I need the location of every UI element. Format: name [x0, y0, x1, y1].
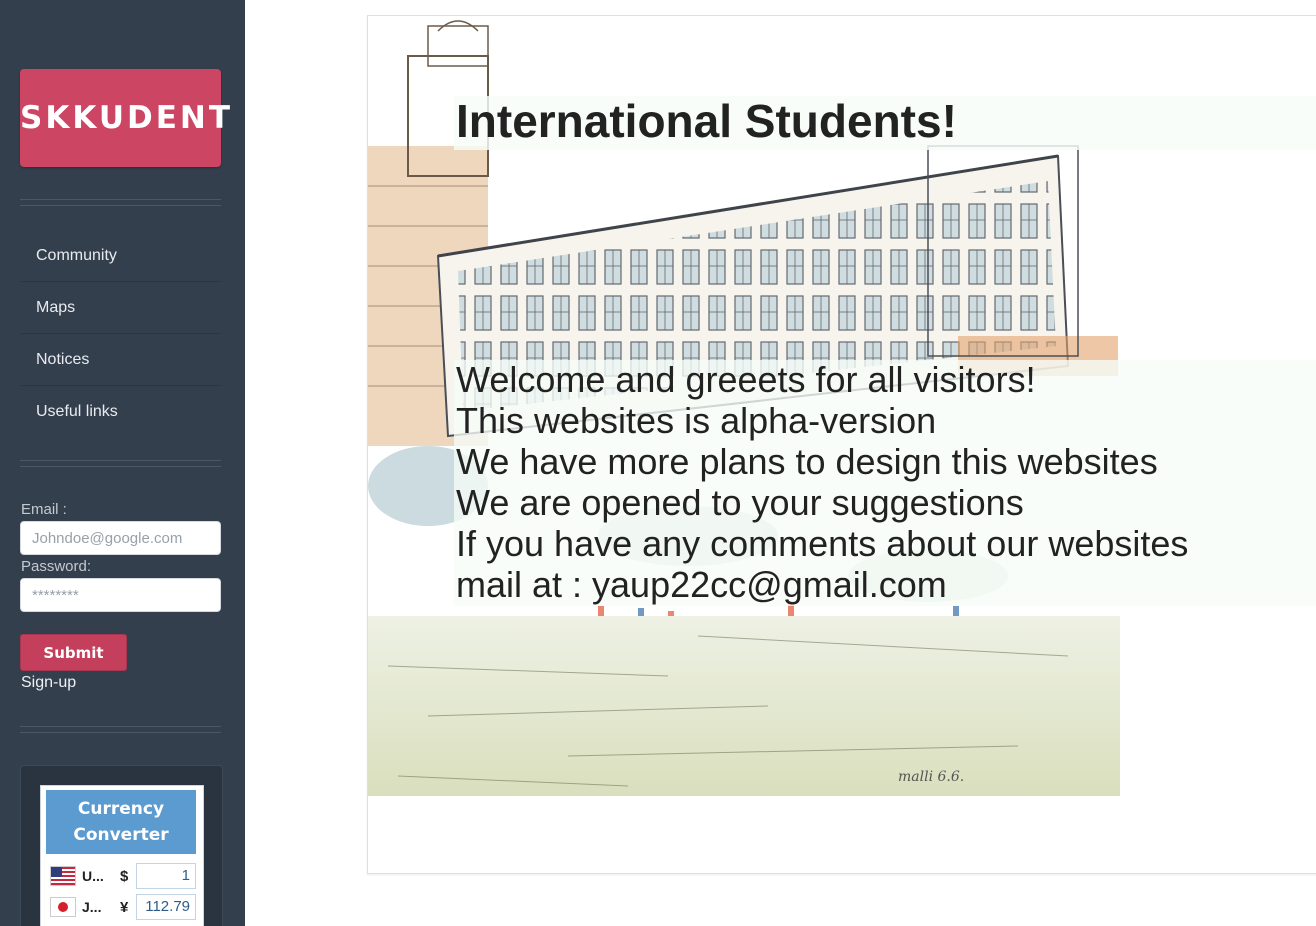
divider	[20, 460, 221, 467]
currency-symbol: ¥	[120, 899, 129, 916]
message-line: Welcome and greeets for all visitors!	[456, 359, 1036, 400]
currency-symbol: $	[120, 868, 129, 885]
nav-item-maps[interactable]: Maps	[20, 282, 221, 334]
sidebar-nav: Community Maps Notices Useful links	[20, 230, 221, 437]
currency-row: U... $ 1	[46, 862, 201, 890]
message-line: We are opened to your suggestions	[456, 482, 1024, 523]
divider	[20, 199, 221, 206]
site-logo[interactable]: SKKUDENT	[20, 69, 230, 167]
currency-row: J... ¥ 112.79	[46, 893, 201, 921]
sidebar: SKKUDENT Community Maps Notices Useful l…	[0, 0, 245, 926]
message-line: If you have any comments about our websi…	[456, 523, 1189, 564]
email-label: Email :	[21, 501, 67, 518]
message-line: This websites is alpha-version	[456, 400, 937, 441]
submit-button[interactable]: Submit	[20, 634, 127, 671]
nav-item-notices[interactable]: Notices	[20, 334, 221, 386]
jp-flag-icon	[50, 897, 76, 917]
svg-text:malli 6.6.: malli 6.6.	[898, 769, 964, 785]
currency-code: J...	[82, 899, 102, 915]
currency-converter-widget: Currency Converter U... $ 1 J... ¥ 112.7…	[40, 785, 204, 926]
main-content-card: malli 6.6. International Students! Welco…	[367, 15, 1316, 874]
signup-link[interactable]: Sign-up	[21, 674, 76, 692]
welcome-message: Welcome and greeets for all visitors! Th…	[456, 359, 1316, 605]
message-line: We have more plans to design this websit…	[456, 441, 1158, 482]
us-flag-icon	[50, 866, 76, 886]
password-input[interactable]	[20, 578, 221, 612]
divider	[20, 726, 221, 733]
currency-widget-title: Currency Converter	[46, 790, 196, 854]
currency-amount-input[interactable]: 1	[136, 863, 196, 889]
email-input[interactable]	[20, 521, 221, 555]
nav-item-community[interactable]: Community	[20, 230, 221, 282]
currency-amount-input[interactable]: 112.79	[136, 894, 196, 920]
page-title: International Students!	[456, 95, 957, 147]
message-line: mail at : yaup22cc@gmail.com	[456, 564, 947, 605]
password-label: Password:	[21, 558, 92, 575]
currency-code: U...	[82, 868, 104, 884]
nav-item-useful-links[interactable]: Useful links	[20, 386, 221, 437]
